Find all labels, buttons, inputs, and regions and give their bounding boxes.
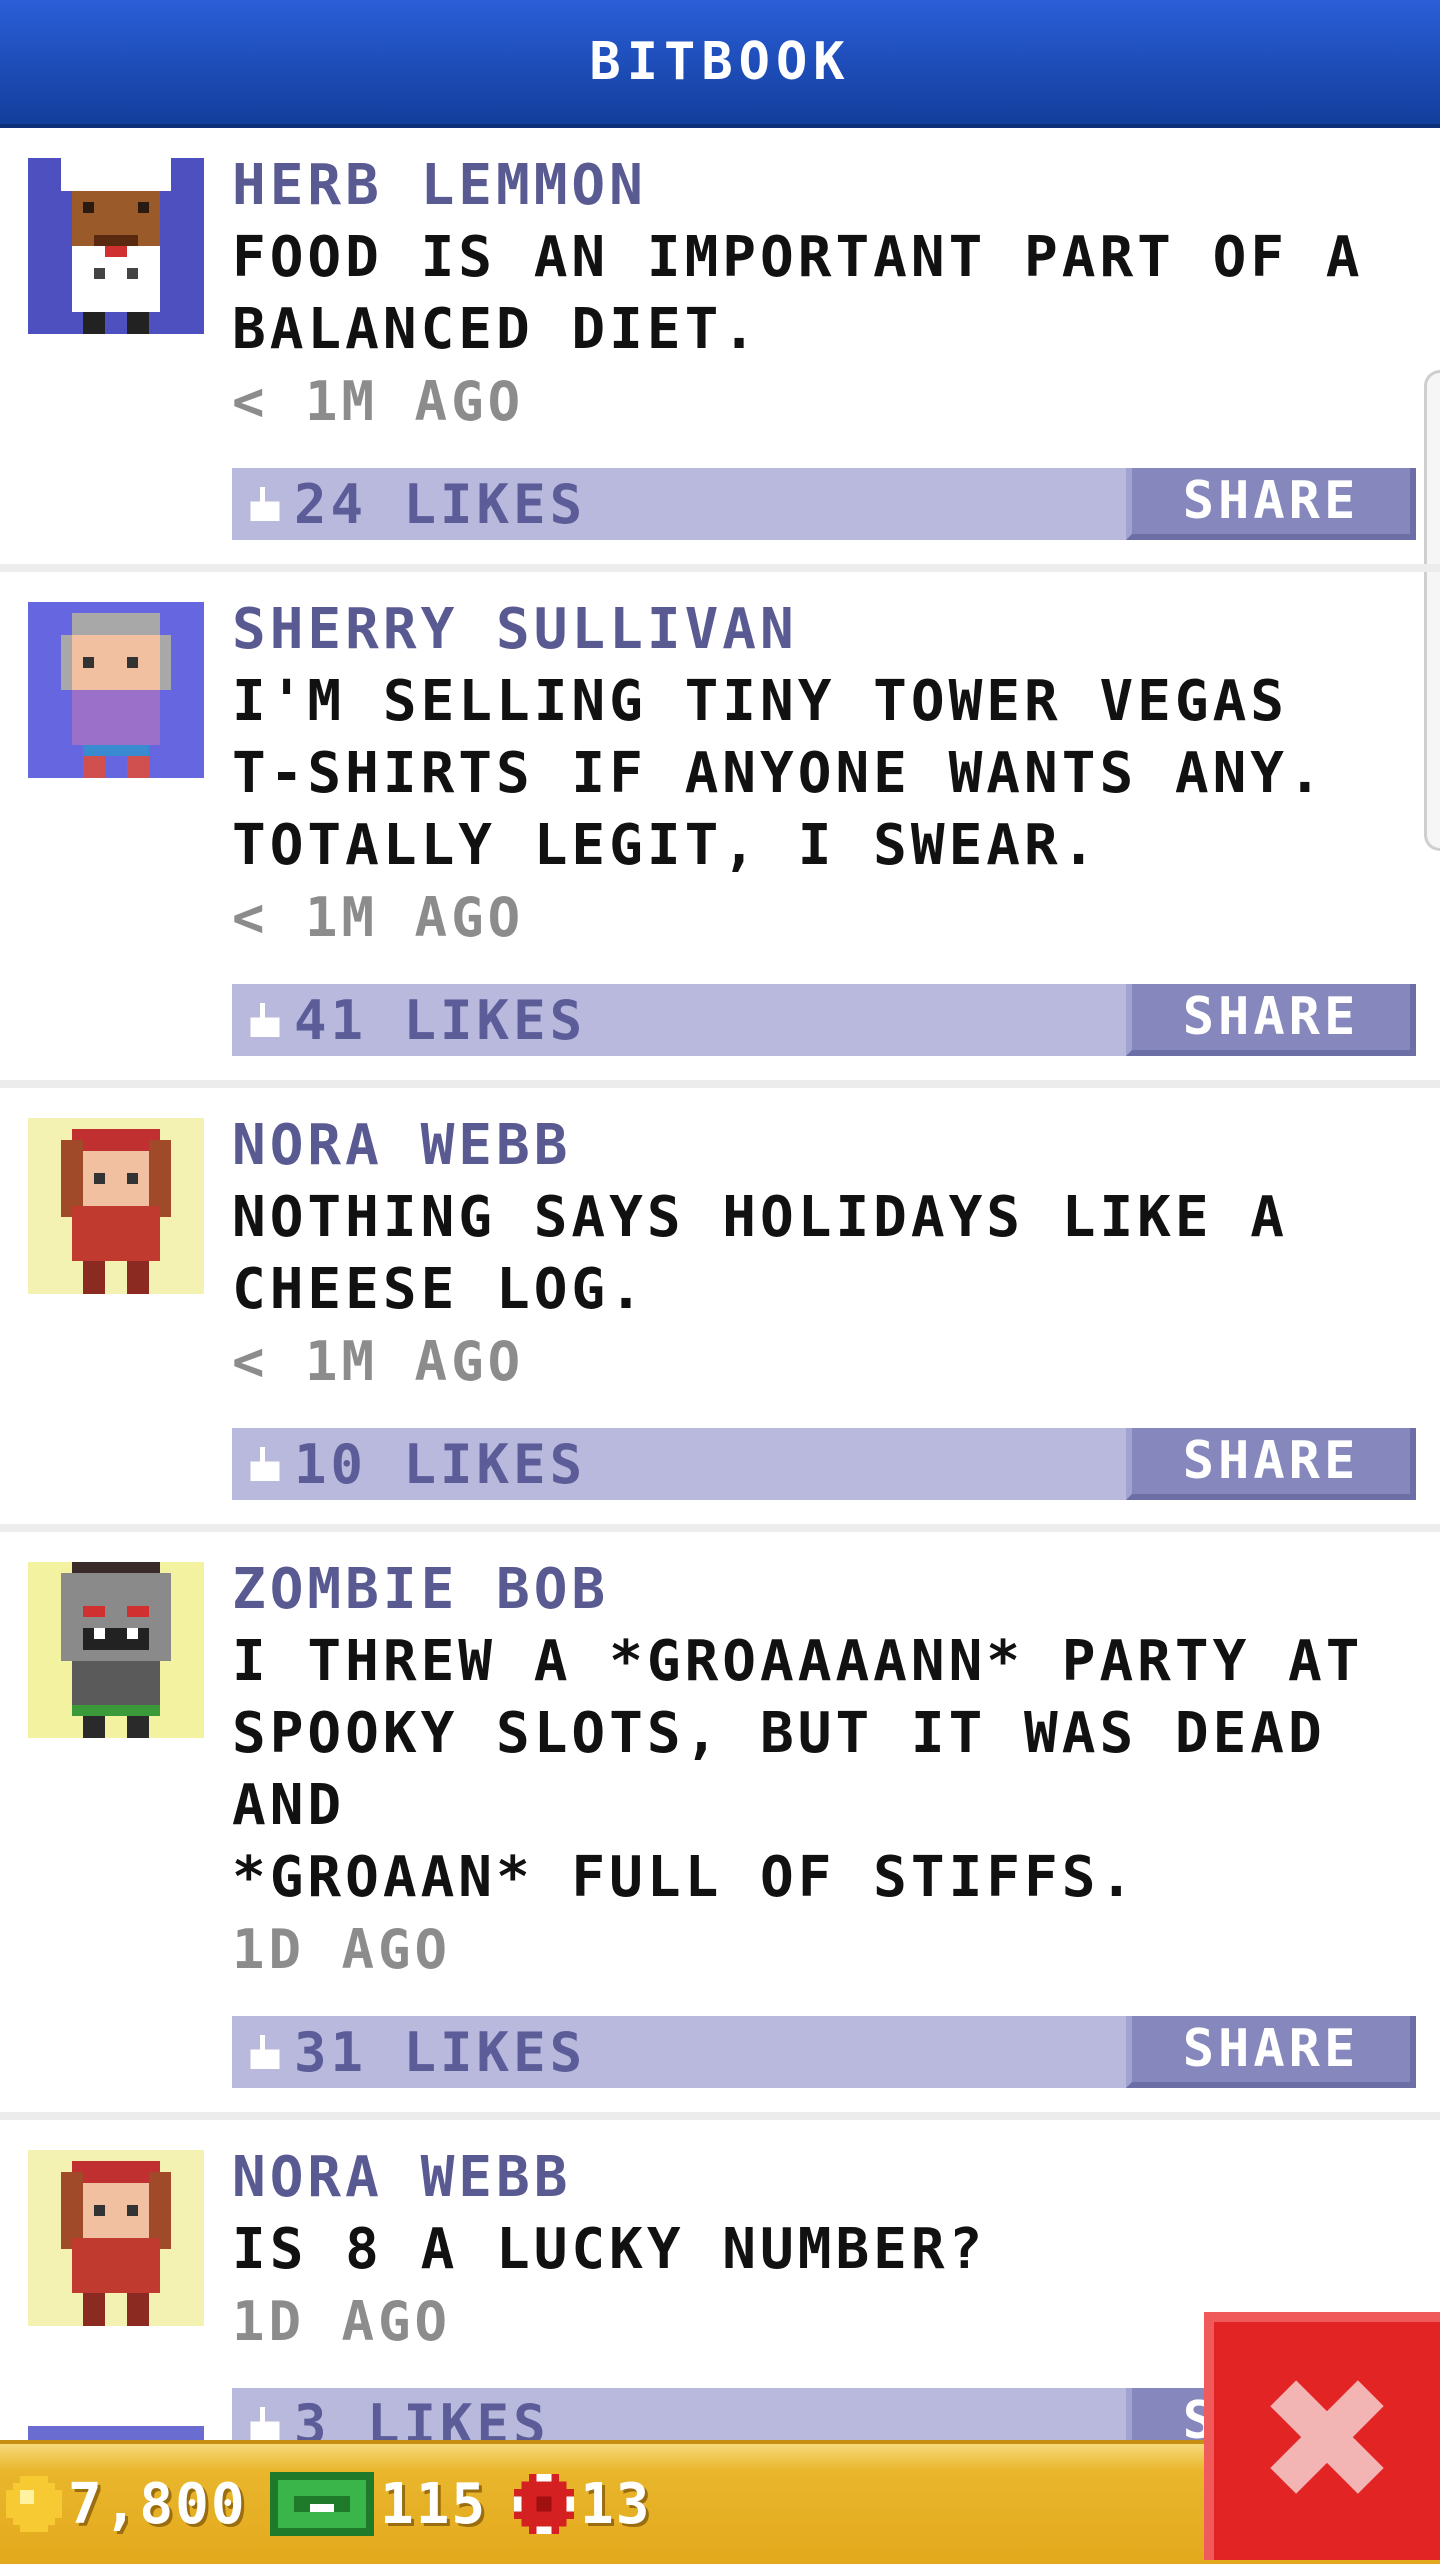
avatar[interactable] (28, 158, 204, 334)
feed-post: SHERRY SULLIVAN I'M SELLING TINY TOWER V… (0, 572, 1440, 1088)
like-count: 31 LIKES (294, 2020, 587, 2084)
bux-stat: 115 (270, 2444, 487, 2564)
close-icon: ✖ (1255, 2342, 1399, 2540)
like-count: 24 LIKES (294, 472, 587, 536)
nora-avatar-icon (28, 1118, 204, 1294)
coins-value: 7,800 (68, 2471, 247, 2537)
coin-icon (6, 2476, 62, 2532)
chef-avatar-icon (28, 158, 204, 334)
like-count: 10 LIKES (294, 1432, 587, 1496)
post-author: SHERRY SULLIVAN (232, 597, 798, 662)
post-author: HERB LEMMON (232, 153, 647, 218)
like-icon[interactable] (250, 1447, 280, 1481)
grandma-avatar-icon (28, 602, 204, 778)
zombie-avatar-icon (28, 1562, 204, 1738)
share-button[interactable]: SHARE (1126, 1428, 1416, 1500)
chips-stat: 13 (514, 2444, 651, 2564)
post-action-bar: 10 LIKES SHARE (232, 1428, 1416, 1500)
post-text: NOTHING SAYS HOLIDAYS LIKE A CHEESE LOG. (232, 1185, 1289, 1322)
share-button[interactable]: SHARE (1126, 2016, 1416, 2088)
post-action-bar: 31 LIKES SHARE (232, 2016, 1416, 2088)
post-time: < 1M AGO (232, 886, 525, 949)
post-text: FOOD IS AN IMPORTANT PART OF A BALANCED … (232, 225, 1364, 362)
post-author: NORA WEBB (232, 2145, 572, 2210)
post-time: < 1M AGO (232, 370, 525, 433)
post-text: IS 8 A LUCKY NUMBER? (232, 2217, 987, 2282)
feed-post: NORA WEBB NOTHING SAYS HOLIDAYS LIKE A C… (0, 1088, 1440, 1532)
nora-avatar-icon (28, 2150, 204, 2326)
bux-icon (270, 2472, 374, 2536)
coins-stat: 7,800 (6, 2444, 247, 2564)
chips-value: 13 (580, 2471, 652, 2537)
post-feed: HERB LEMMON FOOD IS AN IMPORTANT PART OF… (0, 128, 1440, 2492)
feed-post: ZOMBIE BOB I THREW A *GROAAAANN* PARTY A… (0, 1532, 1440, 2120)
post-text: I'M SELLING TINY TOWER VEGAS T-SHIRTS IF… (232, 669, 1326, 878)
like-icon[interactable] (250, 1003, 280, 1037)
post-time: 1D AGO (232, 1918, 452, 1981)
app-header: BITBOOK (0, 0, 1440, 128)
avatar[interactable] (28, 1562, 204, 1738)
app-title: BITBOOK (589, 32, 851, 92)
post-action-bar: 41 LIKES SHARE (232, 984, 1416, 1056)
share-button[interactable]: SHARE (1126, 984, 1416, 1056)
avatar[interactable] (28, 602, 204, 778)
avatar[interactable] (28, 2150, 204, 2326)
like-count: 41 LIKES (294, 988, 587, 1052)
like-icon[interactable] (250, 487, 280, 521)
share-button[interactable]: SHARE (1126, 468, 1416, 540)
post-action-bar: 24 LIKES SHARE (232, 468, 1416, 540)
post-author: NORA WEBB (232, 1113, 572, 1178)
post-text: I THREW A *GROAAAANN* PARTY AT SPOOKY SL… (232, 1629, 1364, 1910)
feed-post: HERB LEMMON FOOD IS AN IMPORTANT PART OF… (0, 128, 1440, 572)
bux-value: 115 (380, 2471, 488, 2537)
like-icon[interactable] (250, 2035, 280, 2069)
close-button[interactable]: ✖ (1204, 2312, 1440, 2560)
casino-chip-icon (514, 2474, 574, 2534)
avatar[interactable] (28, 1118, 204, 1294)
post-time: < 1M AGO (232, 1330, 525, 1393)
post-author: ZOMBIE BOB (232, 1557, 610, 1622)
